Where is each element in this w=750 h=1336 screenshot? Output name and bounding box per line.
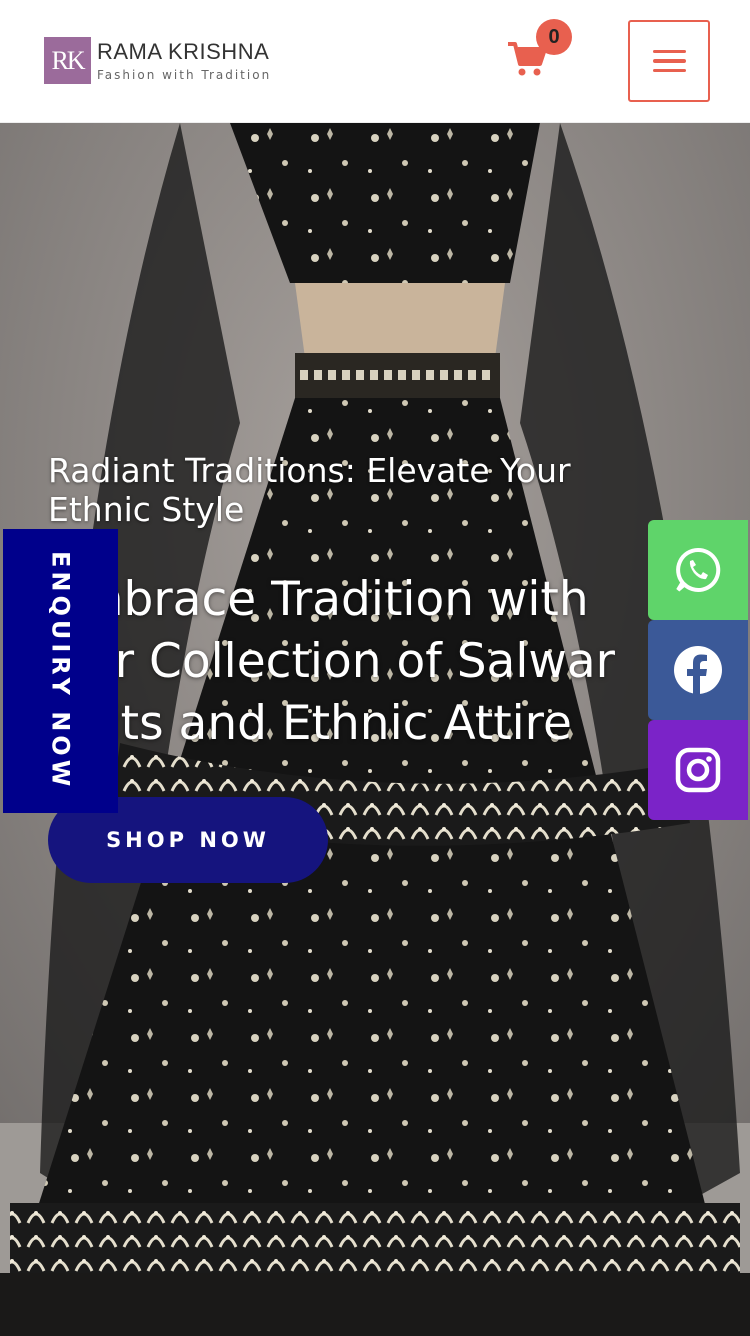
hamburger-icon [652,49,686,54]
facebook-button[interactable] [648,620,748,720]
cart-count-badge: 0 [536,19,572,55]
hero-headline: Embrace Tradition with Our Collection of… [48,572,615,751]
whatsapp-button[interactable] [648,520,748,620]
whatsapp-icon [676,547,721,592]
enquiry-now-tab[interactable]: ENQUIRY NOW [3,529,118,813]
brand-logo[interactable]: RK RAMA KRISHNA Fashion with Tradition [44,37,271,84]
social-sidebar [648,520,748,820]
logo-mark: RK [44,37,91,84]
site-header: RK RAMA KRISHNA Fashion with Tradition 0 [0,0,750,123]
instagram-icon [675,747,721,793]
brand-tagline: Fashion with Tradition [97,67,272,82]
enquiry-now-label: ENQUIRY NOW [46,551,75,791]
logo-text: RAMA KRISHNA Fashion with Tradition [97,38,272,82]
menu-button[interactable] [628,20,710,102]
instagram-button[interactable] [648,720,748,820]
facebook-icon [674,646,722,694]
brand-name: RAMA KRISHNA [97,38,270,64]
hero-subtitle: Radiant Traditions: Elevate Your Ethnic … [48,451,571,529]
